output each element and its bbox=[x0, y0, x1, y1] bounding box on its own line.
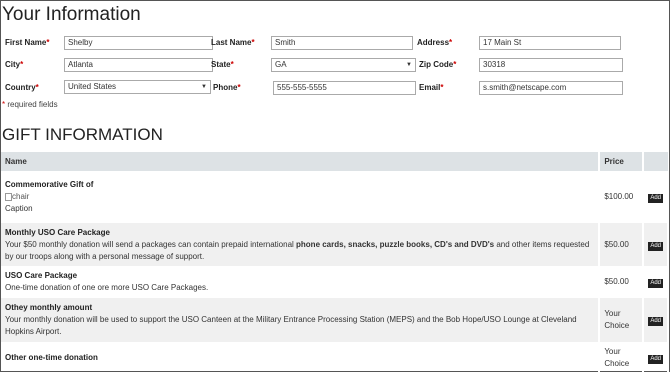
gift-name-cell: USO Care Package One-time donation of on… bbox=[1, 266, 601, 298]
add-button[interactable]: Add bbox=[648, 194, 663, 203]
gift-title: Other one-time donation bbox=[5, 353, 98, 362]
chevron-down-icon: ▼ bbox=[406, 62, 412, 68]
email-label: Email* bbox=[419, 83, 444, 92]
last-name-label: Last Name* bbox=[211, 38, 255, 47]
country-label: Country* bbox=[5, 83, 39, 92]
gift-name-cell: Othey monthly amount Your monthly donati… bbox=[1, 298, 601, 342]
state-label: State* bbox=[211, 60, 234, 69]
country-selected-value: United States bbox=[68, 82, 117, 91]
gift-price: $50.00 bbox=[599, 266, 645, 298]
phone-field[interactable]: 555-555-5555 bbox=[273, 81, 416, 95]
city-field[interactable]: Atlanta bbox=[64, 58, 213, 72]
last-name-field[interactable]: Smith bbox=[271, 36, 413, 50]
address-field[interactable]: 17 Main St bbox=[479, 36, 621, 50]
gift-price: Your Choice bbox=[599, 298, 645, 342]
add-button[interactable]: Add bbox=[648, 317, 663, 326]
country-select[interactable]: United States ▼ bbox=[64, 80, 211, 94]
broken-image-icon bbox=[5, 192, 12, 201]
column-header-price: Price bbox=[599, 152, 645, 171]
add-cell: Add bbox=[643, 266, 669, 298]
your-information-heading: Your Information bbox=[2, 4, 141, 25]
gift-description: Your $50 monthly donation will send a pa… bbox=[5, 239, 590, 261]
first-name-field[interactable]: Shelby bbox=[64, 36, 213, 50]
add-cell: Add bbox=[643, 342, 669, 374]
column-header-action bbox=[643, 152, 668, 171]
add-button[interactable]: Add bbox=[648, 279, 663, 288]
add-button[interactable]: Add bbox=[648, 355, 663, 364]
first-name-label: First Name* bbox=[5, 38, 50, 47]
gift-name-cell: Monthly USO Care Package Your $50 monthl… bbox=[1, 223, 601, 266]
gift-price: $50.00 bbox=[599, 223, 645, 266]
gift-description: Your monthly donation will be used to su… bbox=[5, 315, 577, 336]
city-label: City* bbox=[5, 60, 24, 69]
gift-title: Othey monthly amount bbox=[5, 303, 93, 312]
phone-label: Phone* bbox=[213, 83, 241, 92]
zip-code-field[interactable]: 30318 bbox=[479, 58, 623, 72]
chevron-down-icon: ▼ bbox=[201, 84, 207, 90]
table-row: USO Care Package One-time donation of on… bbox=[1, 266, 669, 298]
gift-information-heading: GIFT INFORMATION bbox=[2, 125, 163, 144]
add-cell: Add bbox=[643, 171, 669, 223]
column-header-name: Name bbox=[1, 152, 601, 171]
gift-table: Name Price Commemorative Gift of chair C… bbox=[1, 152, 669, 374]
gift-price: Your Choice bbox=[599, 342, 645, 374]
gift-name-cell: Other one-time donation bbox=[1, 342, 601, 374]
gift-name-cell: Commemorative Gift of chair Caption bbox=[1, 171, 601, 223]
state-selected-value: GA bbox=[275, 60, 287, 69]
address-label: Address* bbox=[417, 38, 453, 47]
table-row: Commemorative Gift of chair Caption $100… bbox=[1, 171, 669, 223]
gift-title: Monthly USO Care Package bbox=[5, 227, 110, 237]
add-cell: Add bbox=[643, 298, 669, 342]
gift-price: $100.00 bbox=[599, 171, 645, 223]
gift-title: Commemorative Gift of bbox=[5, 180, 94, 189]
table-row: Othey monthly amount Your monthly donati… bbox=[1, 298, 669, 342]
add-cell: Add bbox=[643, 223, 669, 266]
email-field[interactable]: s.smith@netscape.com bbox=[479, 81, 623, 95]
gift-caption: Caption bbox=[5, 204, 33, 213]
table-row: Other one-time donation Your Choice Add bbox=[1, 342, 669, 374]
zip-code-label: Zip Code* bbox=[419, 60, 457, 69]
gift-title: USO Care Package bbox=[5, 271, 78, 280]
broken-image: chair bbox=[5, 191, 594, 203]
gift-description: One-time donation of one ore more USO Ca… bbox=[5, 283, 209, 292]
table-header-row: Name Price bbox=[1, 152, 668, 171]
required-fields-note: * required fields bbox=[2, 100, 58, 109]
state-select[interactable]: GA ▼ bbox=[271, 58, 416, 72]
add-button[interactable]: Add bbox=[648, 241, 663, 251]
table-row: Monthly USO Care Package Your $50 monthl… bbox=[1, 223, 669, 266]
